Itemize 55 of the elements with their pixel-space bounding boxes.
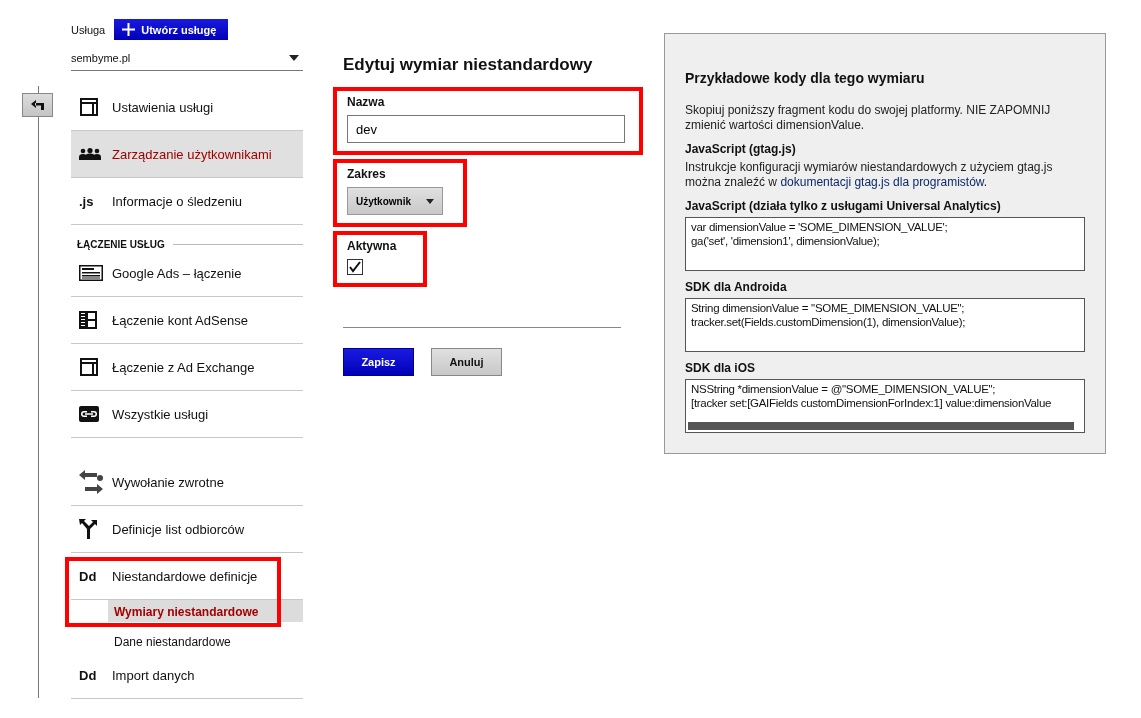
plus-icon [122, 23, 136, 36]
dropdown-caret-icon [426, 198, 434, 204]
scope-dropdown[interactable]: Użytkownik [347, 187, 443, 215]
section-title: JavaScript (gtag.js) [685, 142, 797, 156]
code-line: var dimensionValue = 'SOME_DIMENSION_VALUE'; [691, 220, 949, 234]
nav-item[interactable]: Google Ads – łączenie [71, 250, 303, 297]
property-label: Usługa [71, 23, 106, 36]
section-title: JavaScript (działa tylko z usługami Universal Analytics) [685, 199, 1002, 213]
nav-item[interactable]: Zarządzanie użytkownikami [71, 131, 303, 178]
cancel-button[interactable]: Anuluj [431, 348, 502, 376]
columns-icon [79, 311, 97, 329]
section-title: SDK dla iOS [685, 361, 756, 375]
nav-item[interactable]: Definicje list odbiorców [71, 506, 303, 553]
form-title: Edytuj wymiar niestandardowy [343, 55, 594, 75]
instructions-text: Instrukcje konfiguracji wymiarów niestandardowych z użyciem gtag.js można znaleźć w dokumentacji gtag.js dla programistów. [685, 160, 1054, 190]
create-property-button[interactable]: Utwórz usługę [114, 19, 229, 40]
code-line: tracker.set(Fields.customDimension(1), dimensionValue); [691, 315, 967, 329]
back-arrow-icon [30, 100, 45, 110]
scrollbar[interactable] [688, 422, 1074, 430]
nav-subitem[interactable]: Dane niestandardowe [108, 630, 303, 652]
property-dropdown[interactable]: sembyme.pl [71, 52, 303, 71]
section-heading: ŁĄCZENIE USŁUG [77, 239, 165, 250]
panel-description: Skopiuj poniższy fragment kodu do swojej platformy. NIE ZAPOMNIJ zmienić wartości dimensionValue. [685, 103, 1052, 133]
nav-item[interactable]: Łączenie kont AdSense [71, 297, 303, 344]
save-button[interactable]: Zapisz [343, 348, 414, 376]
nav-item[interactable]: Łączenie z Ad Exchange [71, 344, 303, 391]
code-line: ga('set', 'dimension1', dimensionValue); [691, 234, 881, 248]
documentation-link[interactable]: dokumentacji gtag.js dla programistów [780, 175, 984, 189]
code-line: [tracker set:[GAIFields customDimensionForIndex:1] value:dimensionValue [691, 396, 1053, 410]
people-icon [79, 148, 101, 160]
fork-icon [79, 519, 97, 539]
field-label: Aktywna [347, 239, 397, 253]
text-icon: Dd [79, 667, 97, 683]
field-label: Zakres [347, 167, 386, 181]
link-icon [79, 406, 99, 422]
nav-item[interactable]: Dd Import danych [71, 652, 303, 699]
code-line: NSString *dimensionValue = @"SOME_DIMENSION_VALUE"; [691, 382, 997, 396]
name-input[interactable]: dev [347, 115, 625, 143]
document-lines-icon [79, 265, 103, 281]
nav-item[interactable]: Wywołanie zwrotne [71, 459, 303, 506]
nav-item[interactable]: Wszystkie usługi [71, 391, 303, 438]
section-title: SDK dla Androida [685, 280, 788, 294]
code-line: String dimensionValue = "SOME_DIMENSION_VALUE"; [691, 301, 966, 315]
active-checkbox[interactable] [347, 259, 363, 275]
text-icon: .js [79, 193, 94, 209]
dropdown-caret-icon [289, 55, 299, 61]
field-label: Nazwa [347, 95, 385, 109]
swap-arrows-icon [79, 470, 103, 494]
text-icon: Dd [79, 568, 97, 584]
layout-icon [79, 97, 99, 117]
nav-item[interactable]: .js Informacje o śledzeniu [71, 178, 303, 225]
panel-title: Przykładowe kody dla tego wymiaru [685, 70, 926, 86]
layout-icon [79, 357, 99, 377]
nav-subitem[interactable]: Wymiary niestandardowe [108, 600, 303, 622]
back-button[interactable] [22, 93, 53, 117]
